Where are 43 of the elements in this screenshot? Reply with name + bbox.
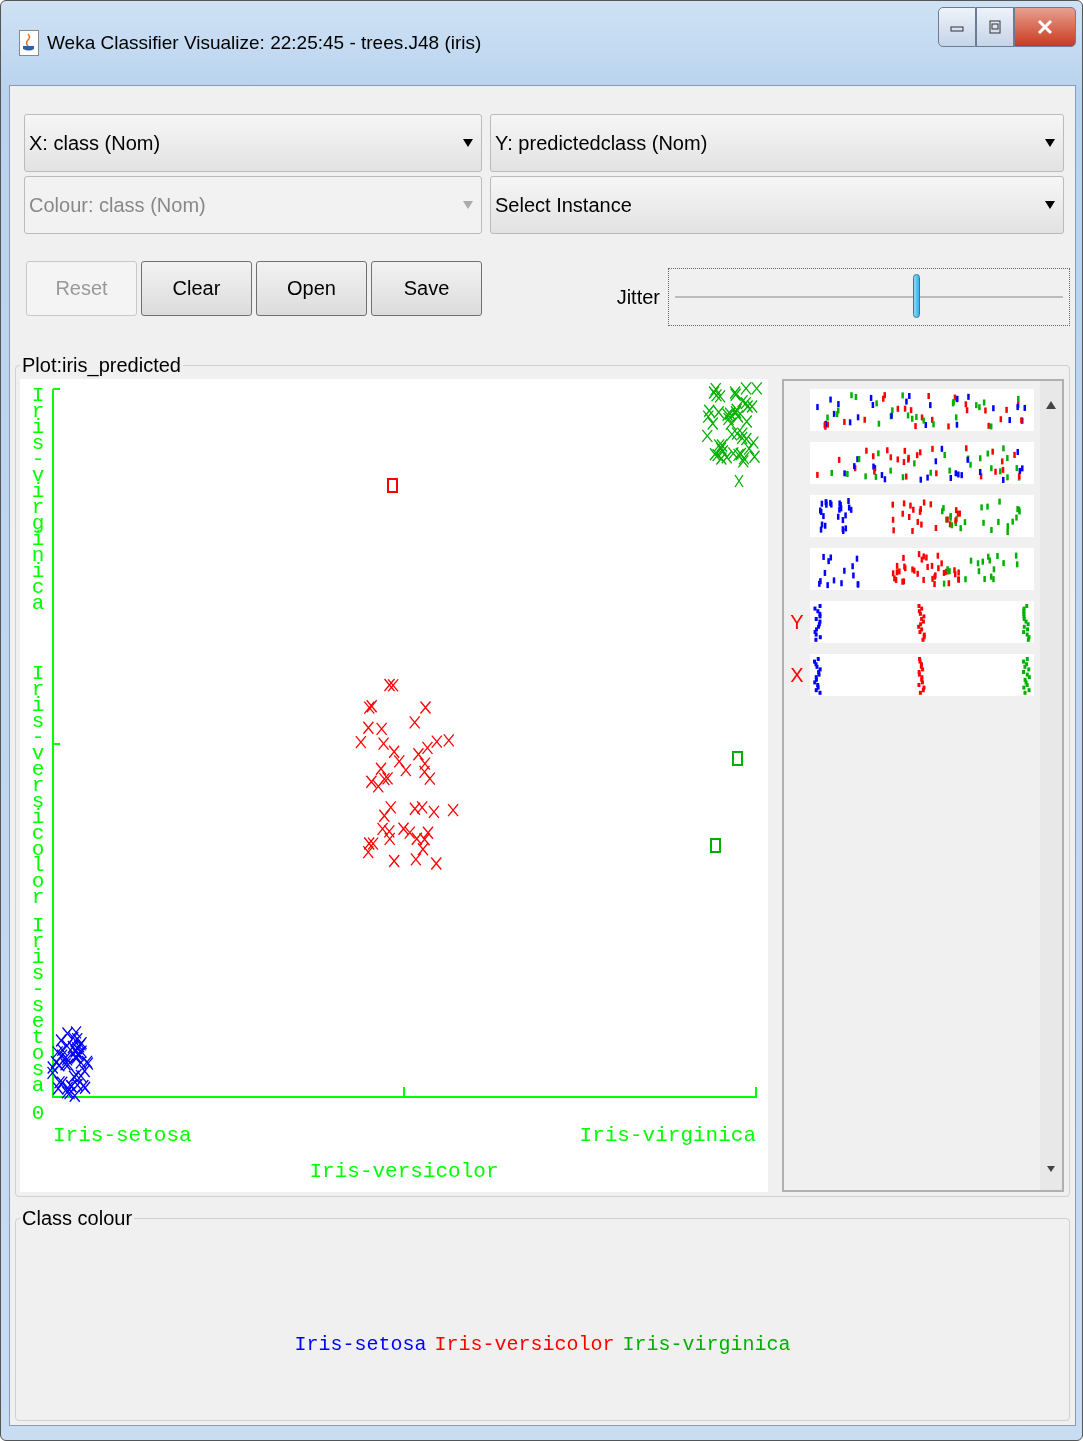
- window-title: Weka Classifier Visualize: 22:25:45 - trees.J48 (iris): [47, 32, 483, 54]
- action-button[interactable]: Clear: [141, 260, 252, 316]
- maximize-button[interactable]: [976, 7, 1014, 47]
- x-axis-label: Iris-versicolor: [309, 1160, 499, 1183]
- x-axis-label: Iris-setosa: [53, 1124, 192, 1147]
- coffee-cup-icon: [19, 30, 39, 56]
- class-name: Iris-setosa: [294, 1332, 427, 1356]
- caret-icon: [1045, 201, 1055, 209]
- x-axis-label: Iris-virginica: [579, 1124, 756, 1147]
- caret-icon: [463, 139, 473, 147]
- y-axis-label: Iris-versicolor: [31, 662, 45, 909]
- minimize-button[interactable]: [938, 7, 976, 47]
- caret-icon: [1045, 139, 1055, 147]
- y-origin-label: 0: [31, 1102, 45, 1125]
- maximize-icon: [989, 20, 1001, 34]
- jitter-slider[interactable]: [668, 268, 1070, 326]
- caret-icon: [463, 201, 473, 209]
- attribute-strip[interactable]: [810, 442, 1034, 484]
- axis-marker: X: [789, 663, 805, 687]
- jitter-label: Jitter: [616, 285, 660, 309]
- scroll-up-icon[interactable]: [1046, 401, 1056, 409]
- attribute-strip[interactable]: [810, 654, 1034, 696]
- attribute-dropdown[interactable]: Y: predictedclass (Nom): [490, 114, 1064, 172]
- class-name: Iris-versicolor: [434, 1332, 615, 1356]
- close-button[interactable]: [1014, 7, 1076, 47]
- panel-title: Plot:iris_predicted: [21, 354, 182, 377]
- action-button[interactable]: Save: [371, 260, 482, 316]
- class-name: Iris-virginica: [622, 1332, 791, 1356]
- attribute-strip[interactable]: [810, 389, 1034, 431]
- action-button[interactable]: Open: [256, 260, 367, 316]
- attribute-dropdown[interactable]: X: class (Nom): [24, 114, 482, 172]
- y-axis-label: Iris-virginica: [31, 384, 45, 615]
- scroll-bar[interactable]: [1040, 381, 1062, 1190]
- y-axis-label: Iris-setosa: [31, 914, 45, 1097]
- attribute-dropdown[interactable]: Select Instance: [490, 176, 1064, 234]
- slider-thumb[interactable]: [912, 274, 920, 318]
- close-icon: [1037, 19, 1053, 35]
- attribute-strip[interactable]: [810, 548, 1034, 590]
- scroll-down-icon[interactable]: [1047, 1166, 1055, 1172]
- attribute-strip[interactable]: [810, 495, 1034, 537]
- axis-marker: Y: [789, 610, 805, 634]
- attribute-strip[interactable]: [810, 601, 1034, 643]
- panel-title: Class colour: [21, 1207, 134, 1230]
